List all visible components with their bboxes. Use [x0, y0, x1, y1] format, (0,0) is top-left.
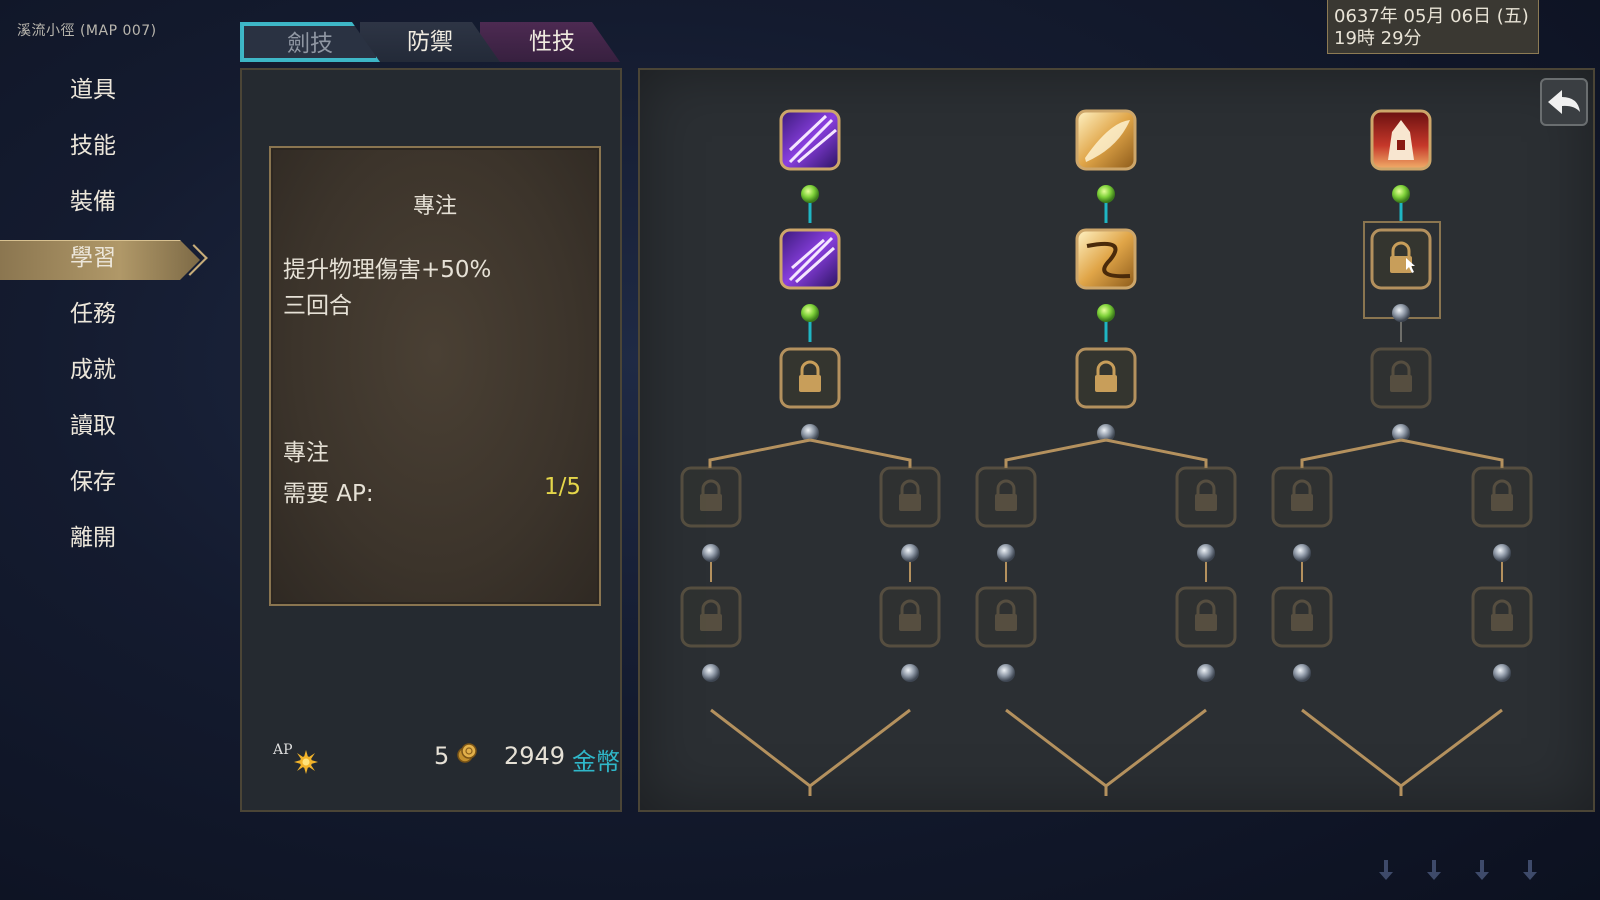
branch-connector — [1300, 438, 1504, 468]
map-location-label: 溪流小徑 (MAP 007) — [17, 23, 157, 39]
coin-stack-icon — [457, 743, 477, 763]
unlocked-node — [801, 185, 819, 203]
menu-item-skills[interactable]: 技能 — [0, 118, 210, 174]
menu-item-learn[interactable]: 學習 — [0, 230, 210, 286]
lock-body — [1491, 494, 1513, 511]
unlocked-node — [801, 304, 819, 322]
merge-connector — [1301, 708, 1503, 796]
lock-body — [995, 494, 1017, 511]
ap-points-count: 5 — [434, 742, 450, 770]
lock-body — [1390, 375, 1412, 392]
menu-item-load[interactable]: 讀取 — [0, 398, 210, 454]
skill-ap-required-label: 需要 AP: — [283, 481, 374, 507]
gold-amount: 2949 — [504, 742, 566, 770]
locked-node — [1097, 424, 1115, 442]
skill-effect-line: 提升物理傷害+50% — [283, 257, 492, 283]
menu-item-label: 保存 — [70, 469, 116, 495]
down-arrow-icon — [1475, 860, 1489, 880]
menu-item-achievements[interactable]: 成就 — [0, 342, 210, 398]
tower-door — [1397, 140, 1405, 150]
skill-tree-panel — [638, 68, 1595, 812]
branch-connector — [708, 438, 912, 468]
tab-sword-skills[interactable]: 劍技 — [240, 22, 380, 62]
lock-body — [1195, 494, 1217, 511]
game-time: 19時 29分 — [1334, 28, 1422, 49]
skill-info-description: 提升物理傷害+50% 三回合 — [283, 252, 491, 324]
lock-body — [899, 494, 921, 511]
skill-info-name: 專注 — [283, 440, 329, 466]
menu-item-label: 技能 — [70, 133, 116, 159]
locked-node — [1392, 424, 1410, 442]
back-button[interactable] — [1540, 78, 1588, 126]
menu-item-quests[interactable]: 任務 — [0, 286, 210, 342]
locked-node — [1493, 544, 1511, 562]
lock-body — [1095, 375, 1117, 392]
locked-skill-level3 — [1370, 347, 1432, 409]
locked-node — [702, 664, 720, 682]
menu-item-equipment[interactable]: 裝備 — [0, 174, 210, 230]
skill-column-3 — [1271, 109, 1533, 796]
down-arrow-icon — [1523, 860, 1537, 880]
unlocked-node — [1097, 304, 1115, 322]
skill-category-tabs: 性技 防禦 劍技 — [240, 22, 624, 62]
skill-ap-required-value: 1/5 — [543, 474, 581, 500]
scroll-hint-arrows — [1379, 860, 1537, 880]
menu-item-label: 成就 — [70, 357, 116, 383]
locked-node — [901, 544, 919, 562]
skill-info-card: 專注 提升物理傷害+50% 三回合 專注 需要 AP: 1/5 — [269, 146, 601, 606]
locked-node — [901, 664, 919, 682]
lock-body — [995, 614, 1017, 631]
menu-item-label: 裝備 — [70, 189, 116, 215]
skill-duration-line: 三回合 — [283, 293, 352, 319]
gold-unit-label: 金幣 — [572, 748, 620, 776]
menu-item-label: 讀取 — [70, 413, 116, 439]
locked-node — [1493, 664, 1511, 682]
lock-body — [700, 494, 722, 511]
locked-node — [997, 544, 1015, 562]
locked-node — [702, 544, 720, 562]
menu-item-label: 離開 — [70, 525, 116, 551]
ap-sun-icon — [294, 750, 318, 774]
tab-defense[interactable]: 防禦 — [360, 22, 500, 62]
merge-connector — [1005, 708, 1207, 796]
down-arrow-icon — [1379, 860, 1393, 880]
ap-label: AP — [273, 742, 293, 758]
game-datetime-box: 0637年 05月 06日 (五) 19時 29分 — [1327, 0, 1539, 54]
locked-node — [801, 424, 819, 442]
down-arrow-icon — [1427, 860, 1441, 880]
skill-column-1 — [680, 109, 941, 796]
lock-body — [1491, 614, 1513, 631]
menu-item-save[interactable]: 保存 — [0, 454, 210, 510]
locked-node — [997, 664, 1015, 682]
lock-body — [700, 614, 722, 631]
menu-item-items[interactable]: 道具 — [0, 62, 210, 118]
branch-connector — [1004, 438, 1208, 468]
menu-item-label: 道具 — [70, 77, 116, 103]
menu-item-label: 任務 — [70, 301, 116, 327]
menu-item-label: 學習 — [70, 245, 116, 271]
skill-column-2 — [975, 109, 1237, 796]
locked-node — [1197, 664, 1215, 682]
unlocked-node — [1392, 185, 1410, 203]
lock-body — [1291, 494, 1313, 511]
unlocked-node — [1097, 185, 1115, 203]
merge-connector — [710, 708, 911, 796]
locked-node — [1392, 304, 1410, 322]
back-arrow-icon — [1548, 90, 1580, 114]
locked-node — [1197, 544, 1215, 562]
lock-body — [1291, 614, 1313, 631]
menu-item-exit[interactable]: 離開 — [0, 510, 210, 566]
locked-node — [1293, 664, 1311, 682]
game-date: 0637年 05月 06日 (五) — [1334, 6, 1529, 27]
skill-detail-panel: 專注 提升物理傷害+50% 三回合 專注 需要 AP: 1/5 AP 5 294… — [240, 68, 622, 812]
lock-body — [1195, 614, 1217, 631]
main-menu: 道具 技能 裝備 學習 任務 成就 讀取 保存 離開 — [0, 62, 210, 566]
tab-sex-skills[interactable]: 性技 — [480, 22, 620, 62]
skill-tree-canvas — [680, 109, 1533, 796]
locked-node — [1293, 544, 1311, 562]
gold-spiral-skill-icon[interactable] — [1075, 228, 1137, 290]
lock-body — [899, 614, 921, 631]
skill-info-title: 專注 — [412, 194, 457, 219]
